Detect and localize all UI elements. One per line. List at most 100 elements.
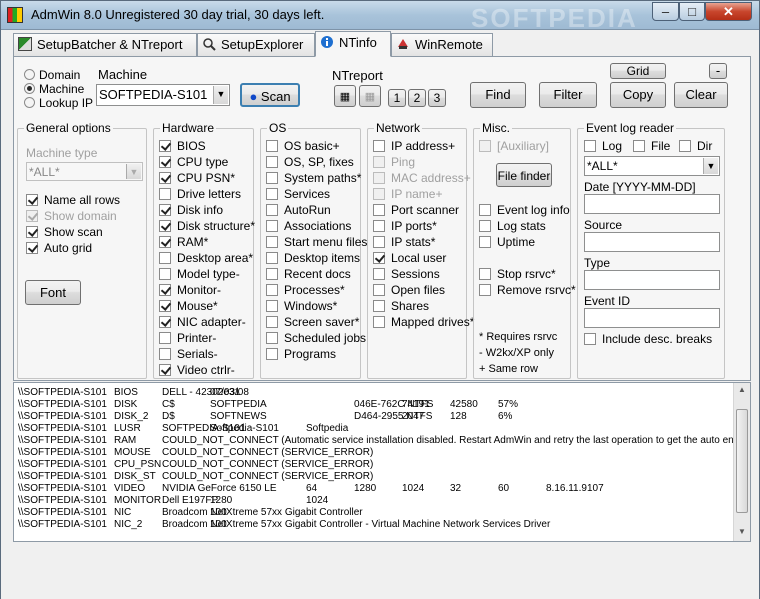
file-finder-button[interactable]: File finder (496, 163, 552, 187)
ntreport-3-button[interactable]: 3 (428, 89, 446, 107)
checkbox[interactable] (159, 220, 171, 232)
grid-button[interactable]: Grid (610, 63, 666, 79)
vertical-scrollbar[interactable]: ▲ ▼ (733, 383, 750, 541)
checkbox[interactable] (159, 172, 171, 184)
filter-button[interactable]: Filter (539, 82, 597, 108)
checkbox[interactable] (266, 252, 278, 264)
chevron-down-icon[interactable]: ▼ (703, 158, 718, 174)
lookup-ip-radio[interactable] (24, 97, 35, 108)
scan-button[interactable]: ● Scan (240, 83, 300, 107)
date-field[interactable] (584, 194, 720, 214)
checkbox[interactable] (373, 316, 385, 328)
checkbox[interactable] (159, 348, 171, 360)
output-listview[interactable]: \\SOFTPEDIA-S101 BIOS DELL - 42302e31 07/03… (13, 382, 751, 542)
checkbox[interactable] (159, 364, 171, 376)
checkbox[interactable] (373, 140, 385, 152)
ntreport-1-button[interactable]: 1 (388, 89, 406, 107)
report-icon-button[interactable]: ▦ (334, 85, 356, 107)
checkbox[interactable] (479, 236, 491, 248)
report-grid-button[interactable]: ▦ (359, 85, 381, 107)
checkbox[interactable] (159, 300, 171, 312)
checkbox[interactable] (26, 226, 38, 238)
checkbox[interactable] (373, 300, 385, 312)
table-row[interactable]: \\SOFTPEDIA-S101 DISK_2 D$ SOFTNEWS D464-295… (14, 411, 732, 423)
checkbox[interactable] (479, 220, 491, 232)
table-row[interactable]: \\SOFTPEDIA-S101 VIDEO NVIDIA GeForce 6150… (14, 483, 732, 495)
checkbox[interactable] (373, 252, 385, 264)
app-icon[interactable] (7, 7, 23, 23)
checkbox[interactable] (373, 236, 385, 248)
source-field[interactable] (584, 232, 720, 252)
table-row[interactable]: \\SOFTPEDIA-S101 MONITOR Dell E197FP 1280 10… (14, 495, 732, 507)
collapse-button[interactable]: - (709, 63, 727, 79)
checkbox[interactable] (373, 268, 385, 280)
table-row[interactable]: \\SOFTPEDIA-S101 LUSR SOFTPEDIA-S101 Softpe… (14, 423, 732, 435)
checkbox[interactable] (266, 188, 278, 200)
table-row[interactable]: \\SOFTPEDIA-S101 NIC_2 Broadcom NetXtreme … (14, 519, 732, 531)
checkbox[interactable] (373, 220, 385, 232)
find-button[interactable]: Find (470, 82, 526, 108)
checkbox[interactable] (479, 268, 491, 280)
title-bar[interactable]: AdmWin 8.0 Unregistered 30 day trial, 30… (1, 1, 759, 33)
checkbox[interactable] (266, 140, 278, 152)
checkbox[interactable] (373, 284, 385, 296)
scroll-thumb[interactable] (736, 409, 748, 513)
table-row[interactable]: \\SOFTPEDIA-S101 DISK_ST COULD_NOT_CONNECT… (14, 471, 732, 483)
checkbox[interactable] (266, 172, 278, 184)
checkbox[interactable] (479, 204, 491, 216)
checkbox[interactable] (266, 220, 278, 232)
checkbox[interactable] (266, 236, 278, 248)
checkbox[interactable] (159, 236, 171, 248)
event-log-filter-combo[interactable]: *ALL* ▼ (584, 156, 720, 176)
checkbox[interactable] (266, 348, 278, 360)
checkbox[interactable] (266, 268, 278, 280)
checkbox[interactable] (159, 204, 171, 216)
checkbox[interactable] (159, 284, 171, 296)
chevron-down-icon[interactable]: ▼ (213, 86, 228, 104)
table-row[interactable]: \\SOFTPEDIA-S101 MOUSE COULD_NOT_CONNECT (… (14, 447, 732, 459)
scroll-up-icon[interactable]: ▲ (737, 385, 747, 394)
checkbox[interactable] (159, 332, 171, 344)
checkbox[interactable] (266, 156, 278, 168)
type-field[interactable] (584, 270, 720, 290)
font-button[interactable]: Font (25, 280, 81, 305)
checkbox[interactable] (584, 140, 596, 152)
checkbox[interactable] (266, 332, 278, 344)
tab-setupbatcher[interactable]: SetupBatcher & NTreport (13, 33, 197, 56)
checkbox[interactable] (159, 316, 171, 328)
checkbox[interactable] (633, 140, 645, 152)
checkbox[interactable] (266, 204, 278, 216)
checkbox[interactable] (584, 333, 596, 345)
checkbox[interactable] (26, 194, 38, 206)
copy-button[interactable]: Copy (610, 82, 666, 108)
table-row[interactable]: \\SOFTPEDIA-S101 CPU_PSN COULD_NOT_CONNECT… (14, 459, 732, 471)
ntreport-2-button[interactable]: 2 (408, 89, 426, 107)
maximize-button[interactable]: □ (679, 2, 705, 21)
domain-radio[interactable] (24, 69, 35, 80)
table-row[interactable]: \\SOFTPEDIA-S101 RAM COULD_NOT_CONNECT (Au… (14, 435, 750, 447)
table-row[interactable]: \\SOFTPEDIA-S101 BIOS DELL - 42302e31 07/03… (14, 387, 732, 399)
checkbox[interactable] (266, 300, 278, 312)
close-button[interactable]: ✕ (705, 2, 752, 21)
checkbox[interactable] (479, 284, 491, 296)
checkbox[interactable] (159, 156, 171, 168)
machine-radio[interactable] (24, 83, 35, 94)
event-id-field[interactable] (584, 308, 720, 328)
checkbox[interactable] (679, 140, 691, 152)
machine-combo[interactable]: SOFTPEDIA-S101 ▼ (96, 84, 230, 106)
clear-button[interactable]: Clear (674, 82, 728, 108)
checkbox[interactable] (159, 268, 171, 280)
checkbox[interactable] (266, 316, 278, 328)
tab-ntinfo[interactable]: NTinfo (315, 31, 391, 57)
tab-winremote[interactable]: WinRemote (391, 33, 493, 56)
tab-setupexplorer[interactable]: SetupExplorer (197, 33, 315, 56)
scroll-down-icon[interactable]: ▼ (737, 527, 747, 536)
checkbox[interactable] (26, 242, 38, 254)
table-row[interactable]: \\SOFTPEDIA-S101 DISK C$ SOFTPEDIA 046E-762C… (14, 399, 732, 411)
checkbox[interactable] (159, 188, 171, 200)
checkbox[interactable] (159, 252, 171, 264)
minimize-button[interactable]: – (652, 2, 679, 21)
checkbox[interactable] (159, 140, 171, 152)
checkbox[interactable] (266, 284, 278, 296)
checkbox[interactable] (373, 204, 385, 216)
